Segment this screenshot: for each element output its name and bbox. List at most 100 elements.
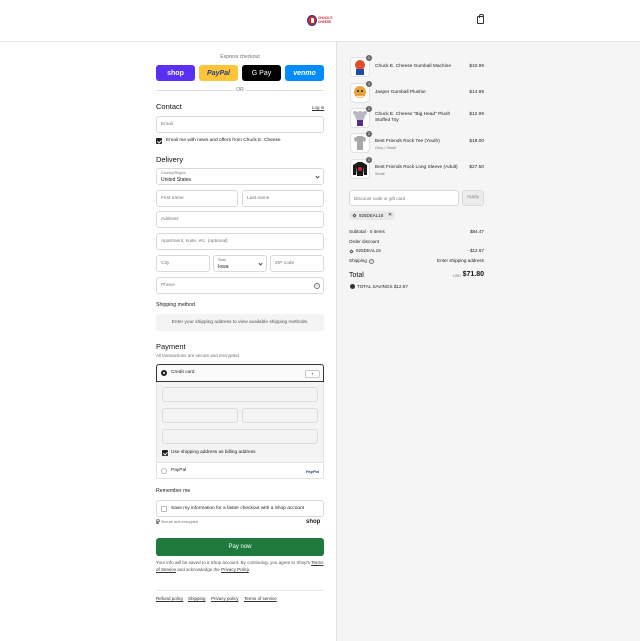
applied-discount-chip: 925DEAL15 ✕ <box>349 211 395 220</box>
google-pay-button[interactable]: G Pay <box>242 65 281 81</box>
discount-placeholder: Discount code or gift card <box>354 196 406 201</box>
terms-of-service-link[interactable]: Terms of service <box>244 596 277 601</box>
zip-field[interactable]: ZIP code <box>270 255 324 272</box>
shipping-help-icon[interactable]: ? <box>369 259 374 264</box>
legal-text-1: Your info will be saved to a Shop accoun… <box>156 560 311 565</box>
last-name-field[interactable]: Last name <box>242 190 324 207</box>
order-summary-panel <box>336 42 640 641</box>
item-thumbnail: 1 <box>350 55 372 77</box>
save-info-checkbox[interactable] <box>161 506 167 512</box>
refund-policy-link[interactable]: Refund policy <box>156 596 183 601</box>
logo-mark-icon <box>307 15 317 26</box>
item-thumbnail: 1 <box>350 106 372 128</box>
zip-placeholder: ZIP code <box>275 261 295 266</box>
security-code-field[interactable] <box>242 408 318 423</box>
email-field[interactable]: Email <box>156 116 324 133</box>
grey-tee-icon <box>354 136 366 150</box>
discount-value: - $12.67 <box>467 248 484 253</box>
privacy-link[interactable]: Privacy Policy <box>221 567 249 572</box>
paypal-button[interactable]: PayPal <box>199 65 238 81</box>
phone-field[interactable]: Phone ? <box>156 277 324 294</box>
apartment-field[interactable]: Apartment, suite, etc. (optional) <box>156 233 324 250</box>
card-fields: Use shipping address as billing address <box>156 382 324 462</box>
shipping-value: Enter shipping address <box>437 258 484 263</box>
paypal-option[interactable]: PayPal PayPal <box>156 462 324 479</box>
credit-card-label: Credit card <box>171 370 195 375</box>
applied-code: 925DEAL15 <box>359 213 384 218</box>
state-select[interactable]: State Iowa <box>213 255 267 272</box>
newsletter-checkbox[interactable] <box>156 138 162 144</box>
total-label: Total <box>349 272 364 279</box>
credit-card-radio[interactable] <box>161 370 167 376</box>
legal-text: Your info will be saved to a Shop accoun… <box>156 560 324 573</box>
city-placeholder: City <box>161 261 170 266</box>
credit-card-option[interactable]: Credit card ▪ <box>156 364 324 382</box>
help-icon[interactable]: ? <box>314 283 320 289</box>
or-divider: OR <box>156 87 324 93</box>
shipping-method-message: Enter your shipping address to view avai… <box>156 314 324 331</box>
express-checkout-label: Express checkout <box>220 54 260 60</box>
tag-icon <box>352 213 357 218</box>
secure-label: Secure and encrypted <box>161 520 199 524</box>
item-name: Chuck E. Cheese "Big Head" Plush Stuffed… <box>375 112 451 123</box>
order-discount-label: Order discount <box>349 239 380 244</box>
item-name: Jasper Gumball Plushie <box>375 90 426 95</box>
shipping-label: Shipping <box>349 258 367 263</box>
remember-me-box[interactable]: Save my information for a faster checkou… <box>156 500 324 517</box>
card-brand-icon: ▪ <box>305 370 320 378</box>
apply-discount-button[interactable]: Apply <box>462 190 484 206</box>
pay-now-button[interactable]: Pay now <box>156 538 324 556</box>
expiration-field[interactable] <box>162 408 238 423</box>
billing-same-checkbox[interactable] <box>162 450 168 456</box>
brand-logo[interactable]: CHUCK E CHEESE <box>307 15 333 27</box>
first-name-field[interactable]: First name <box>156 190 238 207</box>
shop-brand: shop <box>306 519 321 525</box>
privacy-policy-link[interactable]: Privacy policy <box>211 596 239 601</box>
state-value: Iowa <box>218 264 229 270</box>
phone-placeholder: Phone <box>161 283 175 288</box>
item-thumbnail: 1 <box>350 131 372 153</box>
paypal-radio[interactable] <box>161 468 167 474</box>
venmo-button[interactable]: venmo <box>285 65 324 81</box>
chevron-down-icon <box>315 174 320 179</box>
discount-code-label: 925DEAL15 <box>356 248 381 253</box>
legal-text-3: . <box>248 566 251 572</box>
name-on-card-field[interactable] <box>162 429 318 444</box>
shop-pay-button[interactable]: shop <box>156 65 195 81</box>
login-link[interactable]: Log in <box>312 105 324 110</box>
item-quantity-badge: 1 <box>366 106 372 112</box>
card-number-field[interactable] <box>162 387 318 402</box>
item-quantity-badge: 1 <box>366 81 372 87</box>
item-price: $10.99 <box>469 64 484 69</box>
item-name: Best Friends Rock Long Sleeve (Adult) <box>375 165 458 170</box>
header: CHUCK E CHEESE <box>0 0 640 42</box>
item-price: $12.99 <box>469 112 484 117</box>
remember-me-heading: Remember me <box>156 488 191 494</box>
currency-label: USD <box>453 274 462 278</box>
paypal-label: PayPal <box>171 468 187 473</box>
bag-icon[interactable] <box>477 14 484 24</box>
item-quantity-badge: 1 <box>366 55 372 61</box>
state-label: State <box>218 258 227 262</box>
remove-discount-icon[interactable]: ✕ <box>388 212 392 218</box>
apartment-placeholder: Apartment, suite, etc. (optional) <box>161 239 228 244</box>
first-name-placeholder: First name <box>161 196 184 201</box>
lock-icon <box>156 519 160 524</box>
shipping-link[interactable]: Shipping <box>188 596 206 601</box>
item-name: Best Friends Rock Tee (Youth) <box>375 139 440 144</box>
item-price: $27.50 <box>469 165 484 170</box>
country-select[interactable]: Country/Region United States <box>156 168 324 185</box>
delivery-heading: Delivery <box>156 155 184 164</box>
country-value: United States <box>161 177 192 183</box>
jasper-plush-icon <box>354 86 366 98</box>
item-variant: Small <box>375 172 385 176</box>
item-name: Chuck E. Cheese Gumball Machine <box>375 64 451 69</box>
address-field[interactable]: Address <box>156 211 324 228</box>
discount-code-input[interactable]: Discount code or gift card <box>349 190 459 206</box>
or-label: OR <box>236 87 244 93</box>
city-field[interactable]: City <box>156 255 210 272</box>
shipping-method-heading: Shipping method <box>156 302 195 308</box>
item-price: $18.00 <box>469 139 484 144</box>
item-thumbnail: 1 <box>350 157 372 179</box>
big-head-plush-icon <box>353 111 367 126</box>
